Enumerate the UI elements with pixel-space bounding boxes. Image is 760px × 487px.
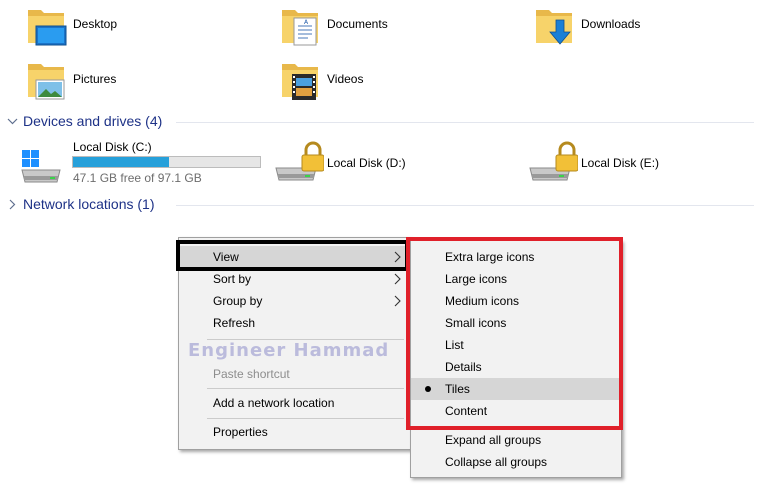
downloads-folder-icon <box>536 10 572 45</box>
menu-item-group-by[interactable]: Group by <box>179 290 410 312</box>
view-options-highlight-box <box>406 237 623 430</box>
desktop-folder-icon <box>28 10 67 46</box>
folder-desktop[interactable]: Desktop <box>26 4 266 48</box>
menu-separator <box>207 418 404 419</box>
devices-group-header[interactable]: Devices and drives (4) <box>7 113 162 129</box>
folder-label: Downloads <box>581 17 641 31</box>
drive-usage-bar <box>72 156 261 168</box>
drive-d[interactable]: Local Disk (D:) <box>274 138 514 188</box>
documents-folder-icon: A <box>282 10 318 46</box>
submenu-item-collapse-all-groups[interactable]: Collapse all groups <box>411 451 621 473</box>
folder-label: Documents <box>327 17 388 31</box>
videos-folder-icon <box>282 64 318 100</box>
submenu-item-expand-all-groups[interactable]: Expand all groups <box>411 429 621 451</box>
divider <box>176 122 754 123</box>
devices-group-title: Devices and drives (4) <box>23 113 163 129</box>
chevron-right-icon <box>9 199 16 209</box>
drive-free-text: 47.1 GB free of 97.1 GB <box>73 171 202 185</box>
windows-drive-icon <box>21 150 61 183</box>
pictures-folder-icon <box>28 64 65 100</box>
drive-label: Local Disk (C:) <box>73 140 152 154</box>
folder-documents[interactable]: A Documents <box>280 4 520 48</box>
folder-pictures[interactable]: Pictures <box>26 58 266 102</box>
network-group-header[interactable]: Network locations (1) <box>7 196 155 212</box>
locked-drive-icon <box>529 141 578 181</box>
folder-downloads[interactable]: Downloads <box>534 4 754 48</box>
folder-label: Pictures <box>73 72 117 86</box>
drive-e[interactable]: Local Disk (E:) <box>528 138 754 188</box>
folder-videos[interactable]: Videos <box>280 58 520 102</box>
menu-item-sort-by[interactable]: Sort by <box>179 268 410 290</box>
menu-item-properties[interactable]: Properties <box>179 421 410 443</box>
chevron-right-icon <box>394 273 401 285</box>
chevron-down-icon <box>7 118 18 124</box>
menu-item-add-network-location[interactable]: Add a network location <box>179 392 410 414</box>
network-group-title: Network locations (1) <box>23 196 155 212</box>
divider <box>176 205 754 206</box>
drive-c[interactable]: Local Disk (C:) 47.1 GB free of 97.1 GB <box>18 138 268 188</box>
chevron-right-icon <box>394 295 401 307</box>
menu-item-refresh[interactable]: Refresh <box>179 312 410 334</box>
locked-drive-icon <box>275 141 324 181</box>
drive-label: Local Disk (E:) <box>581 156 660 170</box>
menu-item-paste-shortcut[interactable]: Paste shortcut <box>179 363 410 385</box>
folder-label: Videos <box>327 72 364 86</box>
drive-label: Local Disk (D:) <box>327 156 406 170</box>
drive-usage-fill <box>73 157 170 167</box>
menu-separator <box>207 388 404 389</box>
view-highlight-box <box>176 240 409 271</box>
folder-label: Desktop <box>73 17 118 31</box>
watermark: Engineer Hammad <box>188 340 390 361</box>
